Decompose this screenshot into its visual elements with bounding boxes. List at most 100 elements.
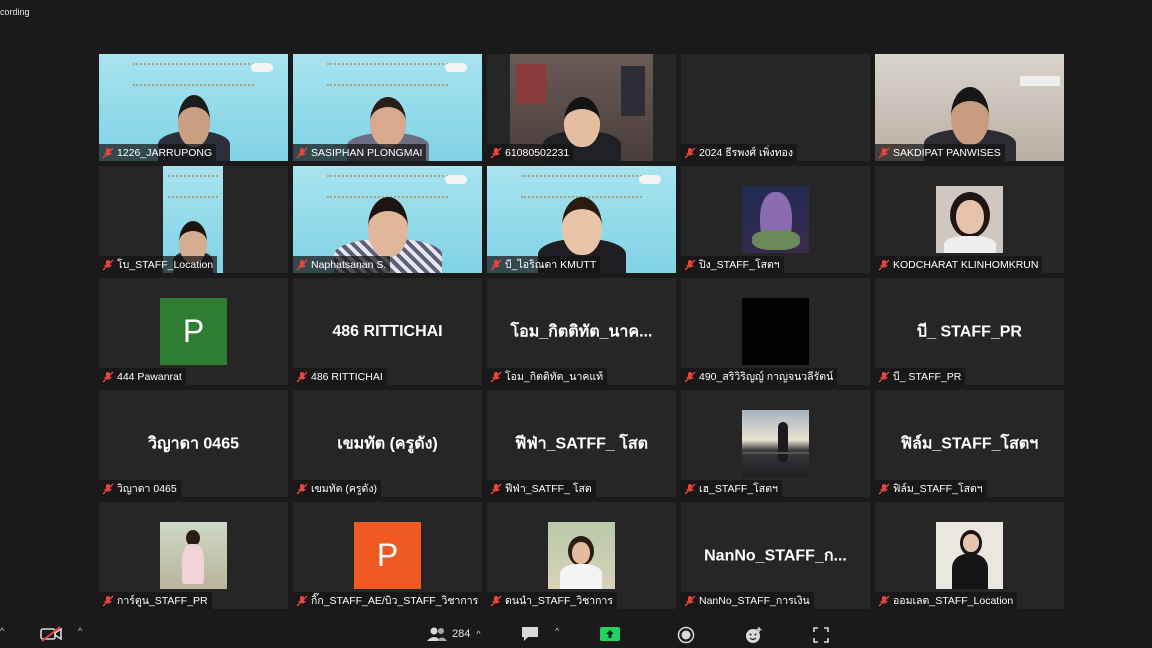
participant-tile[interactable]: 486 RITTICHAI 486 RITTICHAI xyxy=(293,278,482,385)
participant-tile[interactable]: 61080502231 xyxy=(487,54,676,161)
participant-display-name: ฟิล์ม_STAFF_โสตฯ xyxy=(900,435,1039,452)
mic-muted-icon xyxy=(102,371,114,382)
participant-name-tag: บี_ STAFF_PR xyxy=(875,368,966,385)
participant-name-tag: 61080502231 xyxy=(487,144,574,161)
mic-muted-icon xyxy=(490,595,502,606)
participant-tile[interactable]: P กิ๊ก_STAFF_AE/บิว_STAFF_วิชาการ xyxy=(293,502,482,609)
participant-tile[interactable]: NanNo_STAFF_ก... NanNo_STAFF_การเงิน xyxy=(681,502,870,609)
participant-tile[interactable]: KODCHARAT KLINHOMKRUN xyxy=(875,166,1064,273)
share-screen-button[interactable] xyxy=(600,626,620,642)
participant-name: บี_ STAFF_PR xyxy=(893,371,962,383)
participant-name-tag: ฟิล์ม_STAFF_โสตฯ xyxy=(875,480,987,497)
participant-name-tag: KODCHARAT KLINHOMKRUN xyxy=(875,256,1043,273)
participant-name-tag: 1226_JARRUPONG xyxy=(99,144,217,161)
participant-display-name: บี_ STAFF_PR xyxy=(917,323,1022,340)
participant-name: SASIPHAN PLONGMAI xyxy=(311,146,423,159)
audio-options-caret[interactable]: ^ xyxy=(0,626,4,636)
reactions-button[interactable] xyxy=(745,626,763,644)
participant-name: กิ๊ก_STAFF_AE/บิว_STAFF_วิชาการ xyxy=(311,595,479,607)
participant-name-tag: 444 Pawanrat xyxy=(99,368,186,385)
participant-tile[interactable]: ฟีฟ่า_SATFF_ โสต ฟีฟ่า_SATFF_ โสต xyxy=(487,390,676,497)
mic-muted-icon xyxy=(684,147,696,158)
participant-display-name: 486 RITTICHAI xyxy=(332,322,443,340)
mic-muted-icon xyxy=(490,147,502,158)
participant-name: ปิง_STAFF_โสตฯ xyxy=(699,259,780,271)
participant-name: Naphatsanan S. xyxy=(311,258,387,271)
participant-tile[interactable]: โบ_STAFF_Location xyxy=(99,166,288,273)
participant-tile[interactable]: ดนนํา_STAFF_วิชาการ xyxy=(487,502,676,609)
mic-muted-icon xyxy=(878,595,890,606)
participant-display-name: โอม_กิตติทัต_นาค... xyxy=(510,323,653,340)
participant-name: เขมทัต (ครูดัง) xyxy=(311,483,377,495)
participant-name-tag: ออมเลต_STAFF_Location xyxy=(875,592,1018,609)
participant-name-tag: NanNo_STAFF_การเงิน xyxy=(681,592,814,609)
participant-tile[interactable]: ฟิล์ม_STAFF_โสตฯ ฟิล์ม_STAFF_โสตฯ xyxy=(875,390,1064,497)
participant-name: ฟิล์ม_STAFF_โสตฯ xyxy=(893,483,983,495)
participant-tile[interactable]: P 444 Pawanrat xyxy=(99,278,288,385)
participant-count: 284 xyxy=(452,628,471,640)
participant-tile[interactable]: เขมทัต (ครูดัง) เขมทัต (ครูดัง) xyxy=(293,390,482,497)
recording-label: cording xyxy=(0,7,30,17)
participant-name-tag: เฮ_STAFF_โสตฯ xyxy=(681,480,782,497)
participant-tile[interactable]: บี_ไอริณดา KMUTT xyxy=(487,166,676,273)
meeting-toolbar: ^ ^ 284 ^ ^ xyxy=(0,618,1152,648)
participant-name: เฮ_STAFF_โสตฯ xyxy=(699,483,778,495)
mic-muted-icon xyxy=(296,595,308,606)
chat-button[interactable] xyxy=(520,626,540,642)
participant-tile[interactable]: SASIPHAN PLONGMAI xyxy=(293,54,482,161)
fullscreen-button[interactable] xyxy=(812,626,830,644)
mic-muted-icon xyxy=(490,259,502,270)
stop-video-button[interactable] xyxy=(40,626,62,642)
profile-picture xyxy=(742,186,809,253)
participant-display-name: เขมทัต (ครูดัง) xyxy=(337,435,438,452)
participant-tile[interactable]: โอม_กิตติทัต_นาค... โอม_กิตติทัต_นาคแท้ xyxy=(487,278,676,385)
participant-tile[interactable]: Naphatsanan S. xyxy=(293,166,482,273)
participant-name-tag: Naphatsanan S. xyxy=(293,256,391,273)
participant-grid: 1226_JARRUPONG SASIPHAN PLONGMAI 6108050… xyxy=(99,54,1065,609)
participant-name-tag: โบ_STAFF_Location xyxy=(99,256,218,273)
participant-name: 486 RITTICHAI xyxy=(311,370,383,383)
participant-tile[interactable]: เฮ_STAFF_โสตฯ xyxy=(681,390,870,497)
participant-display-name: NanNo_STAFF_ก... xyxy=(704,547,847,564)
mic-muted-icon xyxy=(102,483,114,494)
video-options-caret[interactable]: ^ xyxy=(78,626,82,636)
share-screen-icon xyxy=(600,627,620,641)
mic-muted-icon xyxy=(878,259,890,270)
mic-muted-icon xyxy=(490,371,502,382)
participant-tile[interactable]: 2024 ธีรพงศ์ เพิ่งทอง xyxy=(681,54,870,161)
participant-name-tag: โอม_กิตติทัต_นาคแท้ xyxy=(487,368,608,385)
profile-picture xyxy=(742,410,809,477)
participant-tile[interactable]: SAKDIPAT PANWISES xyxy=(875,54,1064,161)
participant-tile[interactable]: การ์ตูน_STAFF_PR xyxy=(99,502,288,609)
participant-name-tag: ปิง_STAFF_โสตฯ xyxy=(681,256,784,273)
participants-options-caret[interactable]: ^ xyxy=(476,629,480,639)
participant-name: ฟีฟ่า_SATFF_ โสต xyxy=(505,483,592,495)
participant-name-tag: บี_ไอริณดา KMUTT xyxy=(487,256,601,273)
participant-name: การ์ตูน_STAFF_PR xyxy=(117,595,208,607)
mic-muted-icon xyxy=(102,259,114,270)
participant-name: 1226_JARRUPONG xyxy=(117,146,213,159)
participant-name: วิญาดา 0465 xyxy=(117,483,177,495)
chat-options-caret[interactable]: ^ xyxy=(555,626,559,636)
record-button[interactable] xyxy=(677,626,695,644)
participant-display-name: วิญาดา 0465 xyxy=(147,435,239,452)
avatar: P xyxy=(354,522,421,589)
participants-button[interactable]: 284 ^ xyxy=(426,626,481,642)
participant-name: NanNo_STAFF_การเงิน xyxy=(699,595,810,607)
participant-name: โอม_กิตติทัต_นาคแท้ xyxy=(505,371,604,383)
participant-tile[interactable]: ปิง_STAFF_โสตฯ xyxy=(681,166,870,273)
profile-picture xyxy=(548,522,615,589)
participants-icon xyxy=(427,627,447,641)
participant-name: โบ_STAFF_Location xyxy=(117,259,214,271)
participant-tile[interactable]: 490_สริวิริญญ์ กาญจนวลีรัตน์ xyxy=(681,278,870,385)
mic-muted-icon xyxy=(684,483,696,494)
mic-muted-icon xyxy=(684,259,696,270)
participant-name-tag: ดนนํา_STAFF_วิชาการ xyxy=(487,592,618,609)
participant-tile[interactable]: ออมเลต_STAFF_Location xyxy=(875,502,1064,609)
participant-tile[interactable]: 1226_JARRUPONG xyxy=(99,54,288,161)
participant-tile[interactable]: บี_ STAFF_PR บี_ STAFF_PR xyxy=(875,278,1064,385)
emoji-icon xyxy=(746,627,762,643)
participant-name: บี_ไอริณดา KMUTT xyxy=(505,259,597,271)
participant-name: 2024 ธีรพงศ์ เพิ่งทอง xyxy=(699,147,793,159)
participant-tile[interactable]: วิญาดา 0465 วิญาดา 0465 xyxy=(99,390,288,497)
